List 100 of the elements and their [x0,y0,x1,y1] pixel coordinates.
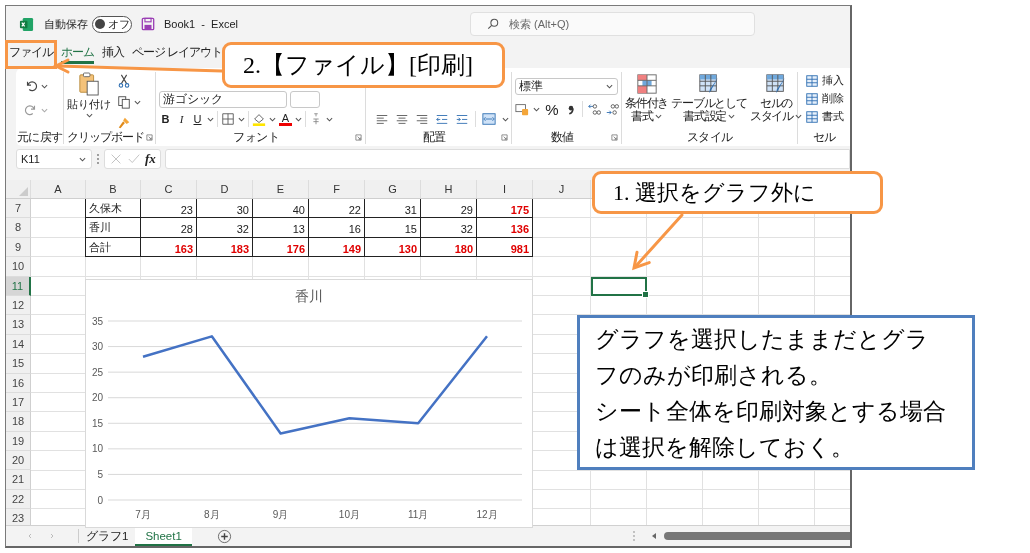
table-cell: 163 [141,237,197,258]
bold-button[interactable]: B [159,113,172,125]
caret-icon[interactable] [533,106,540,112]
redo-icon[interactable] [24,103,38,117]
undo-icon[interactable] [24,79,38,93]
table-cell: 16 [309,218,365,238]
ribbon-tab[interactable]: ファイル [9,42,53,64]
axis-label: 10月 [338,509,360,520]
row-header[interactable]: 8 [6,218,31,238]
column-header[interactable]: H [421,180,477,198]
row-header[interactable]: 13 [6,315,31,335]
axis-label: 35 [91,315,103,327]
column-header[interactable]: I [477,180,533,198]
caret-icon[interactable] [134,99,141,105]
row-header[interactable]: 10 [6,257,31,277]
percent-button[interactable]: % [544,100,560,118]
table-cell: 136 [477,218,533,238]
sheet-tab[interactable]: Sheet1 [135,526,192,546]
table-cell: 981 [477,237,533,258]
note-text: グラフを選択したままだとグラフのみが印刷される。 [595,326,930,390]
table-icon [805,91,819,106]
axis-label: 5 [97,468,103,480]
add-sheet-icon[interactable] [216,528,232,544]
cells-button[interactable]: 挿入 [805,73,847,88]
table-icon [805,73,819,88]
launcher-icon[interactable] [501,133,508,141]
caret-icon[interactable] [41,83,48,89]
column-header[interactable]: D [197,180,253,198]
align-left-icon[interactable] [375,112,389,126]
cells-button[interactable]: 削除 [805,91,847,106]
axis-label: 30 [91,341,103,353]
ribbon-tab[interactable]: ホーム [61,42,94,64]
column-header[interactable]: J [533,180,591,198]
caret-icon[interactable] [326,116,333,122]
caret-icon [606,83,613,89]
font-name-dropdown[interactable]: 游ゴシック [159,90,287,108]
underline-button[interactable]: U [191,113,204,125]
currency-icon[interactable] [515,102,529,116]
borders-icon[interactable] [221,112,235,126]
ribbon-tab[interactable]: ページ レイアウト [132,42,223,64]
merge-icon[interactable] [482,112,496,126]
row-header[interactable]: 21 [6,470,31,490]
column-header[interactable]: C [141,180,197,198]
autosave-toggle[interactable]: オフ [92,15,132,33]
caret-icon[interactable] [207,116,214,122]
column-header[interactable]: B [86,180,141,198]
copy-icon[interactable] [117,95,131,109]
row-header[interactable]: 15 [6,354,31,374]
indent-icon[interactable] [455,112,469,126]
launcher-icon[interactable] [355,133,362,141]
caret-icon[interactable] [238,116,245,122]
italic-button[interactable]: I [175,113,188,125]
scissors-icon[interactable] [117,74,131,88]
insert-function-button[interactable]: fx [145,151,156,167]
highlight-frame [5,40,57,69]
caret-icon[interactable] [269,116,276,122]
caret-icon [795,114,802,119]
fill-color-icon[interactable] [252,112,266,126]
brush-icon[interactable] [117,116,131,130]
font-color-button[interactable]: A [279,112,292,126]
cells-button[interactable]: 書式 [805,109,847,124]
table-cell: 32 [197,218,253,238]
increase-decimal-icon[interactable] [587,102,601,116]
selected-cell[interactable] [591,276,647,296]
table-brush-icon [698,73,720,95]
search-field[interactable]: 検索 (Alt+Q) [470,12,755,36]
row-header[interactable]: 23 [6,509,31,525]
formula-input[interactable] [164,149,850,169]
chart-title: 香川 [295,288,323,304]
align-right-icon[interactable] [415,112,429,126]
column-header[interactable]: E [253,180,309,198]
row-header[interactable]: 7 [6,199,31,219]
launcher-icon[interactable] [146,133,153,141]
decrease-decimal-icon[interactable] [605,102,619,116]
style-button[interactable]: テーブルとして 書式設定 [671,73,747,123]
paste-button[interactable]: 貼り付け [67,72,111,130]
scrollbar-thumb[interactable] [663,532,850,540]
column-header[interactable]: G [365,180,421,198]
group-label: 数値 [549,130,575,144]
style-button[interactable]: セルの スタイル [749,73,802,123]
row-header[interactable]: 20 [6,451,31,471]
check-icon[interactable] [127,152,141,166]
outdent-icon[interactable] [435,112,449,126]
row-header[interactable]: 18 [6,412,31,432]
name-box[interactable]: K11 [16,149,92,169]
align-center-icon[interactable] [395,112,409,126]
column-header[interactable]: A [31,180,86,198]
caret-icon[interactable] [295,116,302,122]
more-icon [631,530,636,542]
sheet-tab[interactable]: グラフ1 [79,526,136,546]
save-icon[interactable] [141,17,155,31]
ribbon-tab[interactable]: 挿入 [102,42,124,64]
style-button[interactable]: 条件付き 書式 [625,73,669,123]
launcher-icon[interactable] [611,133,618,141]
caret-icon[interactable] [502,116,509,122]
table-cell: 28 [141,218,197,238]
column-header[interactable]: F [309,180,365,198]
axis-label: 7月 [135,509,151,520]
table-cell: 香川 [86,218,141,238]
number-format-dropdown[interactable]: 標準 [515,77,618,95]
